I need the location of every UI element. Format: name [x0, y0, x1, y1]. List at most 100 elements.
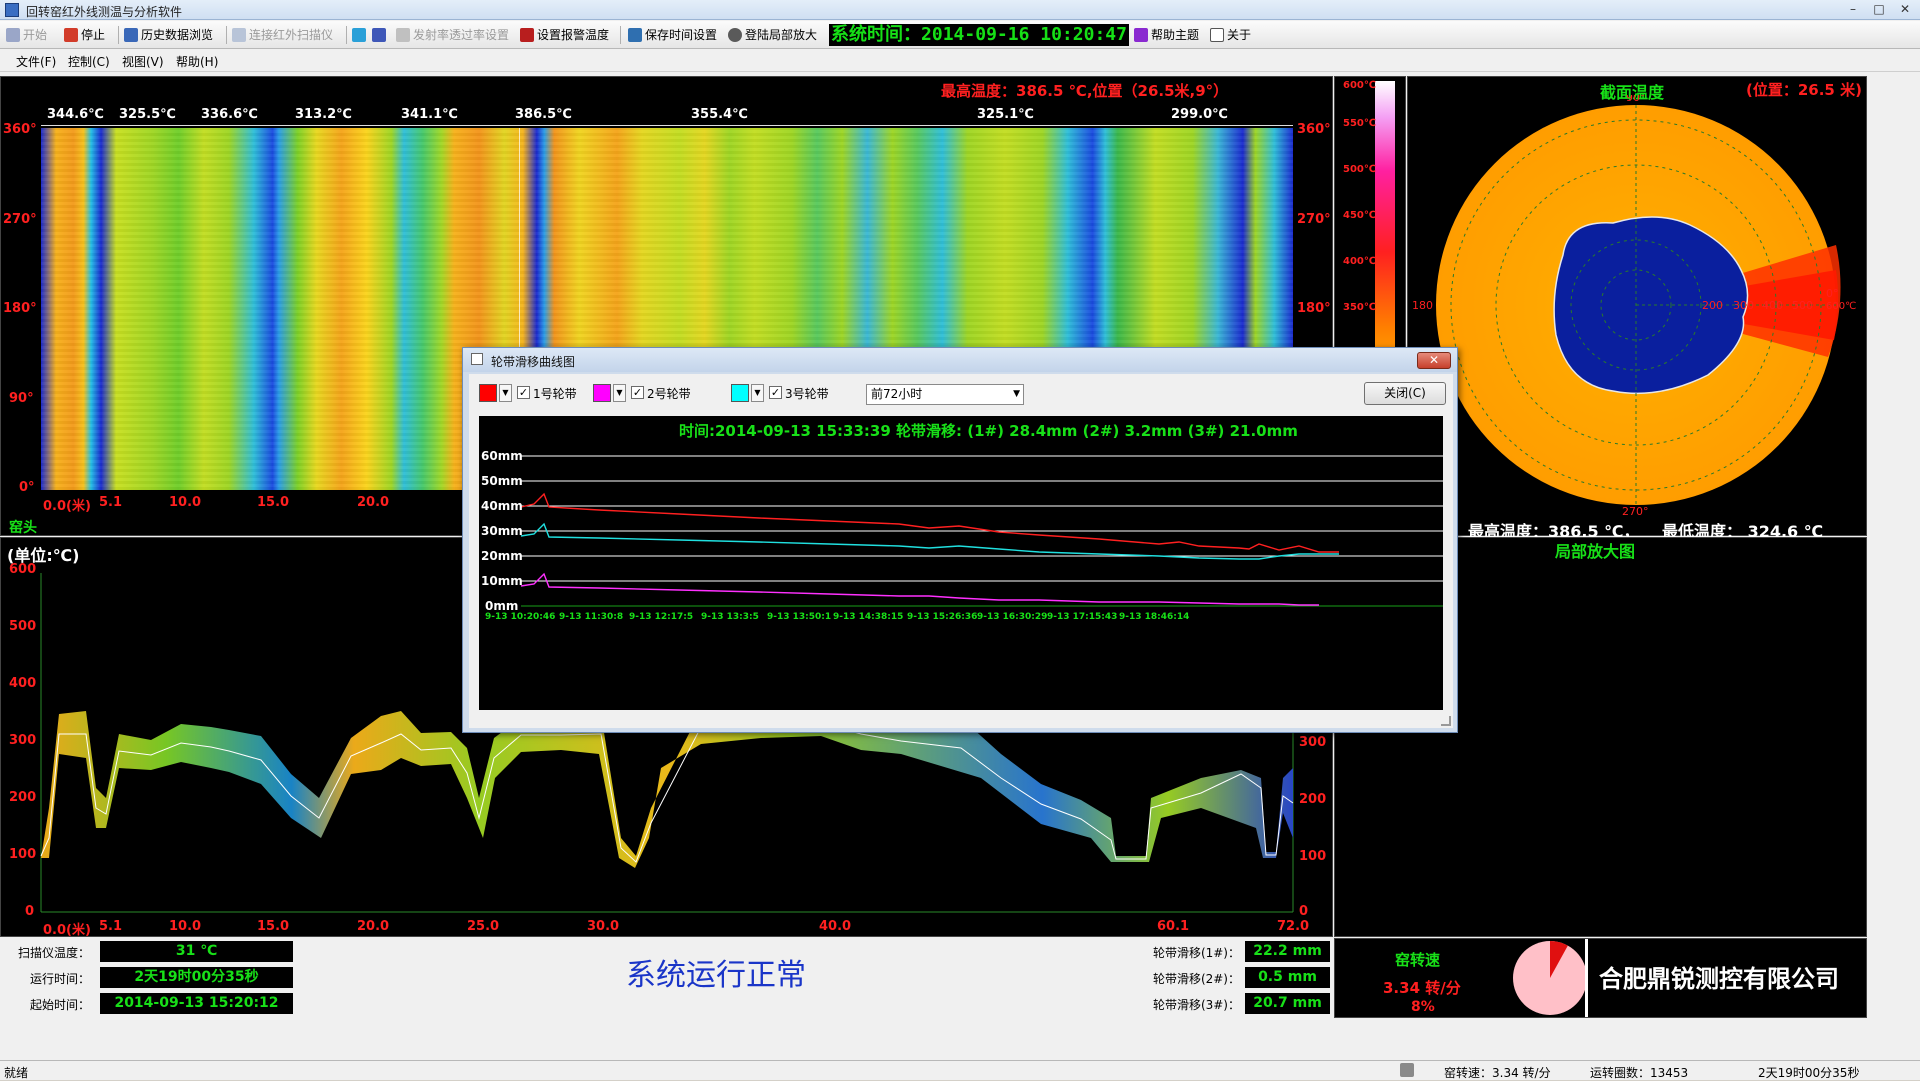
alarm-button[interactable]: 设置报警温度	[520, 25, 609, 45]
belt2-checkbox[interactable]: ✓	[631, 386, 644, 399]
kiln-speed-label: 窑转速	[1395, 951, 1441, 969]
cbar-tick: 400℃	[1343, 256, 1376, 267]
dialog-close-button[interactable]: 关闭(C)	[1364, 382, 1446, 405]
title-bar: 回转窑红外线测温与分析软件 – □ ✕	[0, 0, 1920, 20]
dialog-icon	[471, 353, 483, 365]
image-icon	[352, 28, 366, 42]
y-tick: 30mm	[481, 524, 523, 538]
cross-section-panel: 截面温度 (位置：26.5 米) 200 300 400 500 600℃ 90…	[1407, 76, 1868, 541]
menu-control[interactable]: 控制(C)	[68, 53, 110, 70]
belt3-slip-value: 20.7 mm	[1245, 993, 1330, 1014]
emissivity-button[interactable]: 发射率透过率设置	[396, 25, 509, 45]
belt-slip-chart[interactable]: 时间:2014-09-13 15:33:39 轮带滑移: (1#) 28.4mm…	[479, 416, 1443, 710]
clock-icon	[628, 28, 642, 42]
belt2-label: 2号轮带	[647, 387, 691, 401]
menu-bar: 文件(F) 控制(C) 视图(V) 帮助(H)	[0, 50, 1920, 72]
belt1-label: 1号轮带	[533, 387, 577, 401]
zoom-title: 局部放大图	[1555, 542, 1636, 561]
y-tick: 100	[9, 847, 37, 862]
dialog-body: ▼ ✓ 1号轮带 ▼ ✓ 2号轮带 ▼ ✓ 3号轮带 前72小时 ▼ 关闭(C) …	[469, 374, 1453, 728]
help-theme-button[interactable]: 帮助主题	[1134, 25, 1199, 45]
polar-plot[interactable]: 200 300 400 500 600℃ 90° 180 0° 270°	[1408, 95, 1868, 535]
maximize-button[interactable]: □	[1866, 1, 1892, 18]
x-tick: 30.0	[587, 919, 620, 934]
scanner-temp-label: 扫描仪温度：	[17, 946, 90, 960]
cbar-tick: 350℃	[1343, 302, 1376, 313]
stop-button[interactable]: 停止	[64, 25, 105, 45]
ring-label: 500	[1792, 299, 1813, 312]
status-bar: 就绪 窑转速：3.34 转/分 运转圈数：13453 2天19时00分35秒	[0, 1060, 1920, 1080]
start-button[interactable]: 开始	[6, 25, 47, 45]
belt3-color-swatch[interactable]	[731, 384, 749, 402]
x-tick: 5.1	[99, 919, 123, 934]
x-tick: 72.0	[1277, 919, 1310, 934]
y-tick: 300	[9, 733, 37, 748]
y-tick: 180°	[3, 301, 37, 316]
run-time-label: 运行时间：	[29, 972, 90, 986]
belt3-color-dropdown[interactable]: ▼	[751, 384, 764, 402]
x-tick: 9-13 18:46:14	[1119, 612, 1190, 622]
belt3-checkbox[interactable]: ✓	[769, 386, 782, 399]
x-tick: 20.0	[357, 919, 390, 934]
y-tick-right: 300	[1299, 735, 1327, 750]
alarm-label: 设置报警温度	[537, 28, 610, 42]
menu-file[interactable]: 文件(F)	[16, 53, 56, 70]
scanner-temp-value: 31 ℃	[100, 941, 293, 962]
close-window-button[interactable]: ✕	[1892, 1, 1918, 18]
x-tick: 15.0	[257, 495, 290, 510]
help-book-icon	[1134, 28, 1148, 42]
belt2-color-swatch[interactable]	[593, 384, 611, 402]
emissivity-label: 发射率透过率设置	[413, 28, 510, 42]
y-tick-right: 100	[1299, 849, 1327, 864]
y-tick-right: 270°	[1297, 212, 1331, 227]
x-tick: 20.0	[357, 495, 390, 510]
x-tick: 9-13 16:30:29	[977, 612, 1048, 622]
x-tick: 40.0	[819, 919, 852, 934]
belt1-series	[520, 492, 1339, 553]
app-icon	[5, 3, 19, 17]
y-tick-right: 360°	[1297, 122, 1331, 137]
view-image-button[interactable]	[352, 25, 369, 45]
toolbar-separator	[620, 26, 621, 44]
history-button[interactable]: 历史数据浏览	[124, 25, 213, 45]
y-tick: 90°	[9, 391, 34, 406]
belt1-color-swatch[interactable]	[479, 384, 497, 402]
company-name: 合肥鼎锐测控有限公司	[1599, 964, 1839, 993]
time-range-select[interactable]: 前72小时 ▼	[866, 384, 1024, 405]
save-interval-label: 保存时间设置	[645, 28, 718, 42]
printer-icon	[1400, 1063, 1414, 1077]
history-icon	[124, 28, 138, 42]
dialog-close-icon[interactable]: ✕	[1417, 352, 1451, 369]
belt1-checkbox[interactable]: ✓	[517, 386, 530, 399]
chart-icon	[372, 28, 386, 42]
belt-slip-dialog: 轮带滑移曲线图 ✕ ▼ ✓ 1号轮带 ▼ ✓ 2号轮带 ▼ ✓ 3号轮带 前72…	[462, 347, 1458, 733]
kiln-progress-pie	[1513, 941, 1587, 1015]
belt1-color-dropdown[interactable]: ▼	[499, 384, 512, 402]
system-time-value: 2014-09-16 10:20:47	[921, 24, 1127, 45]
emissivity-icon	[396, 28, 410, 42]
kiln-head-label: 窑头	[9, 520, 37, 536]
connect-button[interactable]: 连接红外扫描仪	[232, 25, 333, 45]
belt2-slip-value: 0.5 mm	[1245, 967, 1330, 988]
y-tick: 50mm	[481, 474, 523, 488]
y-tick-right: 200	[1299, 792, 1327, 807]
cbar-tick: 500℃	[1343, 164, 1376, 175]
stop-icon	[64, 28, 78, 42]
angle-label: 0°	[1826, 287, 1839, 300]
belt2-color-dropdown[interactable]: ▼	[613, 384, 626, 402]
status-uptime: 2天19时00分35秒	[1758, 1066, 1860, 1080]
view-chart-button[interactable]	[372, 25, 389, 45]
menu-help[interactable]: 帮助(H)	[176, 53, 218, 70]
save-interval-button[interactable]: 保存时间设置	[628, 25, 717, 45]
about-button[interactable]: 关于	[1210, 25, 1251, 45]
start-time-label: 起始时间：	[29, 998, 90, 1012]
time-range-value: 前72小时	[871, 387, 923, 401]
status-turns: 运转圈数：13453	[1590, 1066, 1689, 1080]
kiln-speed-panel: 窑转速 3.34 转/分 8% 合肥鼎锐测控有限公司	[1334, 938, 1867, 1018]
question-icon	[1210, 28, 1224, 42]
minimize-button[interactable]: –	[1840, 1, 1866, 18]
resize-grip-icon[interactable]	[1441, 716, 1451, 726]
x-tick: 9-13 13:50:1	[767, 612, 832, 622]
menu-view[interactable]: 视图(V)	[122, 53, 164, 70]
local-zoom-button[interactable]: 登陆局部放大	[728, 25, 817, 45]
